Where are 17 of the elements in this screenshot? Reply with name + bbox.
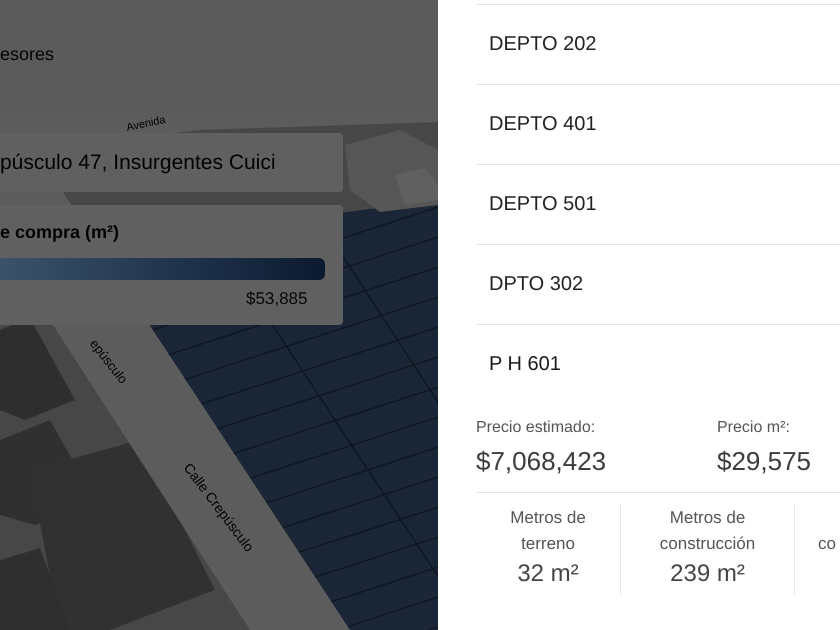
- unit-item[interactable]: DEPTO 202: [476, 5, 840, 85]
- price-label: Precio m²:: [717, 418, 790, 438]
- unit-item[interactable]: DPTO 302: [476, 245, 840, 325]
- stat-value: 32 m²: [517, 559, 579, 589]
- unit-item[interactable]: DEPTO 401: [476, 85, 840, 165]
- price-value: $29,575: [717, 446, 811, 476]
- price-value: $7,068,423: [476, 446, 606, 476]
- scale-max-label: $53,885: [246, 289, 308, 309]
- unit-item[interactable]: DEPTO 501: [476, 165, 840, 245]
- price-label: Precio estimado:: [476, 418, 596, 438]
- street-label: Avenida: [125, 114, 167, 134]
- stat-label: co: [818, 533, 836, 555]
- stat-value: 239 m²: [670, 559, 745, 589]
- stat-label: Metros de terreno: [509, 507, 587, 555]
- unit-item[interactable]: P H 601: [476, 325, 840, 405]
- legend-title: e compra (m²): [0, 221, 120, 243]
- stat-label: Metros de construcción: [658, 507, 756, 555]
